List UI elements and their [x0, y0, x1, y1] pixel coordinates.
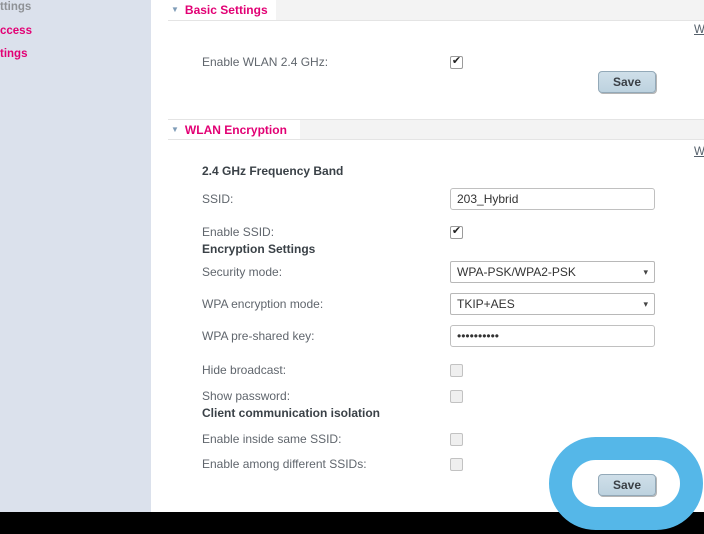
section-title: WLAN Encryption [185, 123, 287, 137]
hide-broadcast-row: Hide broadcast: [202, 358, 674, 382]
encryption-settings-header: Encryption Settings [202, 242, 315, 256]
ssid-row: SSID: [202, 187, 674, 211]
section-collapse-icon: ▼ [171, 126, 179, 134]
wlan-encryption-toggle[interactable]: ▼ WLAN Encryption [168, 120, 295, 139]
client-isolation-header: Client communication isolation [202, 406, 380, 420]
section-title: Basic Settings [185, 3, 268, 17]
hide-broadcast-checkbox[interactable] [450, 364, 463, 377]
enable-wlan-label: Enable WLAN 2.4 GHz: [202, 55, 328, 69]
enable-ssid-checkbox[interactable]: ✔ [450, 226, 463, 239]
sidebar: ttings ccess tings [0, 0, 151, 512]
save-button-basic[interactable]: Save [598, 71, 656, 93]
hide-broadcast-label: Hide broadcast: [202, 363, 286, 377]
sidebar-item-settings-2[interactable]: tings [0, 48, 27, 60]
help-link-basic[interactable]: W [694, 24, 704, 36]
show-password-label: Show password: [202, 389, 290, 403]
wpa-key-input[interactable] [450, 325, 655, 347]
show-password-checkbox[interactable] [450, 390, 463, 403]
sidebar-item-settings-1[interactable]: ttings [0, 1, 31, 13]
enable-among-label: Enable among different SSIDs: [202, 457, 367, 471]
basic-settings-toggle[interactable]: ▼ Basic Settings [168, 0, 276, 20]
help-link-encryption[interactable]: W [694, 146, 704, 158]
frequency-band-header: 2.4 GHz Frequency Band [202, 164, 343, 178]
ssid-input[interactable] [450, 188, 655, 210]
check-icon: ✔ [452, 56, 461, 67]
enable-among-checkbox[interactable] [450, 458, 463, 471]
section-collapse-icon: ▼ [171, 6, 179, 14]
ssid-label: SSID: [202, 192, 233, 206]
check-icon: ✔ [452, 226, 461, 237]
enable-inside-label: Enable inside same SSID: [202, 432, 341, 446]
wpa-key-row: WPA pre-shared key: [202, 324, 674, 348]
enable-wlan-checkbox[interactable]: ✔ [450, 56, 463, 69]
wpa-encryption-mode-label: WPA encryption mode: [202, 297, 323, 311]
security-mode-value: WPA-PSK/WPA2-PSK [457, 265, 576, 279]
enable-ssid-row: Enable SSID: ✔ [202, 220, 674, 244]
basic-settings-section-header: ▼ Basic Settings [168, 0, 704, 21]
security-mode-select[interactable]: WPA-PSK/WPA2-PSK ▾ [450, 261, 655, 283]
enable-ssid-label: Enable SSID: [202, 225, 274, 239]
security-mode-row: Security mode: WPA-PSK/WPA2-PSK ▾ [202, 260, 674, 284]
security-mode-label: Security mode: [202, 265, 282, 279]
chevron-down-icon: ▾ [643, 268, 648, 277]
wpa-key-label: WPA pre-shared key: [202, 329, 315, 343]
chevron-down-icon: ▾ [643, 300, 648, 309]
header-gray-strip [300, 120, 704, 139]
wpa-encryption-mode-row: WPA encryption mode: TKIP+AES ▾ [202, 292, 674, 316]
show-password-row: Show password: [202, 384, 674, 408]
wpa-encryption-mode-select[interactable]: TKIP+AES ▾ [450, 293, 655, 315]
save-button-encryption[interactable]: Save [598, 474, 656, 496]
router-settings-page: ttings ccess tings ▼ Basic Settings W En… [0, 0, 704, 534]
enable-inside-checkbox[interactable] [450, 433, 463, 446]
wpa-encryption-mode-value: TKIP+AES [457, 297, 515, 311]
header-gray-strip [267, 0, 704, 20]
wlan-encryption-section-header: ▼ WLAN Encryption [168, 119, 704, 140]
sidebar-item-access[interactable]: ccess [0, 25, 32, 37]
